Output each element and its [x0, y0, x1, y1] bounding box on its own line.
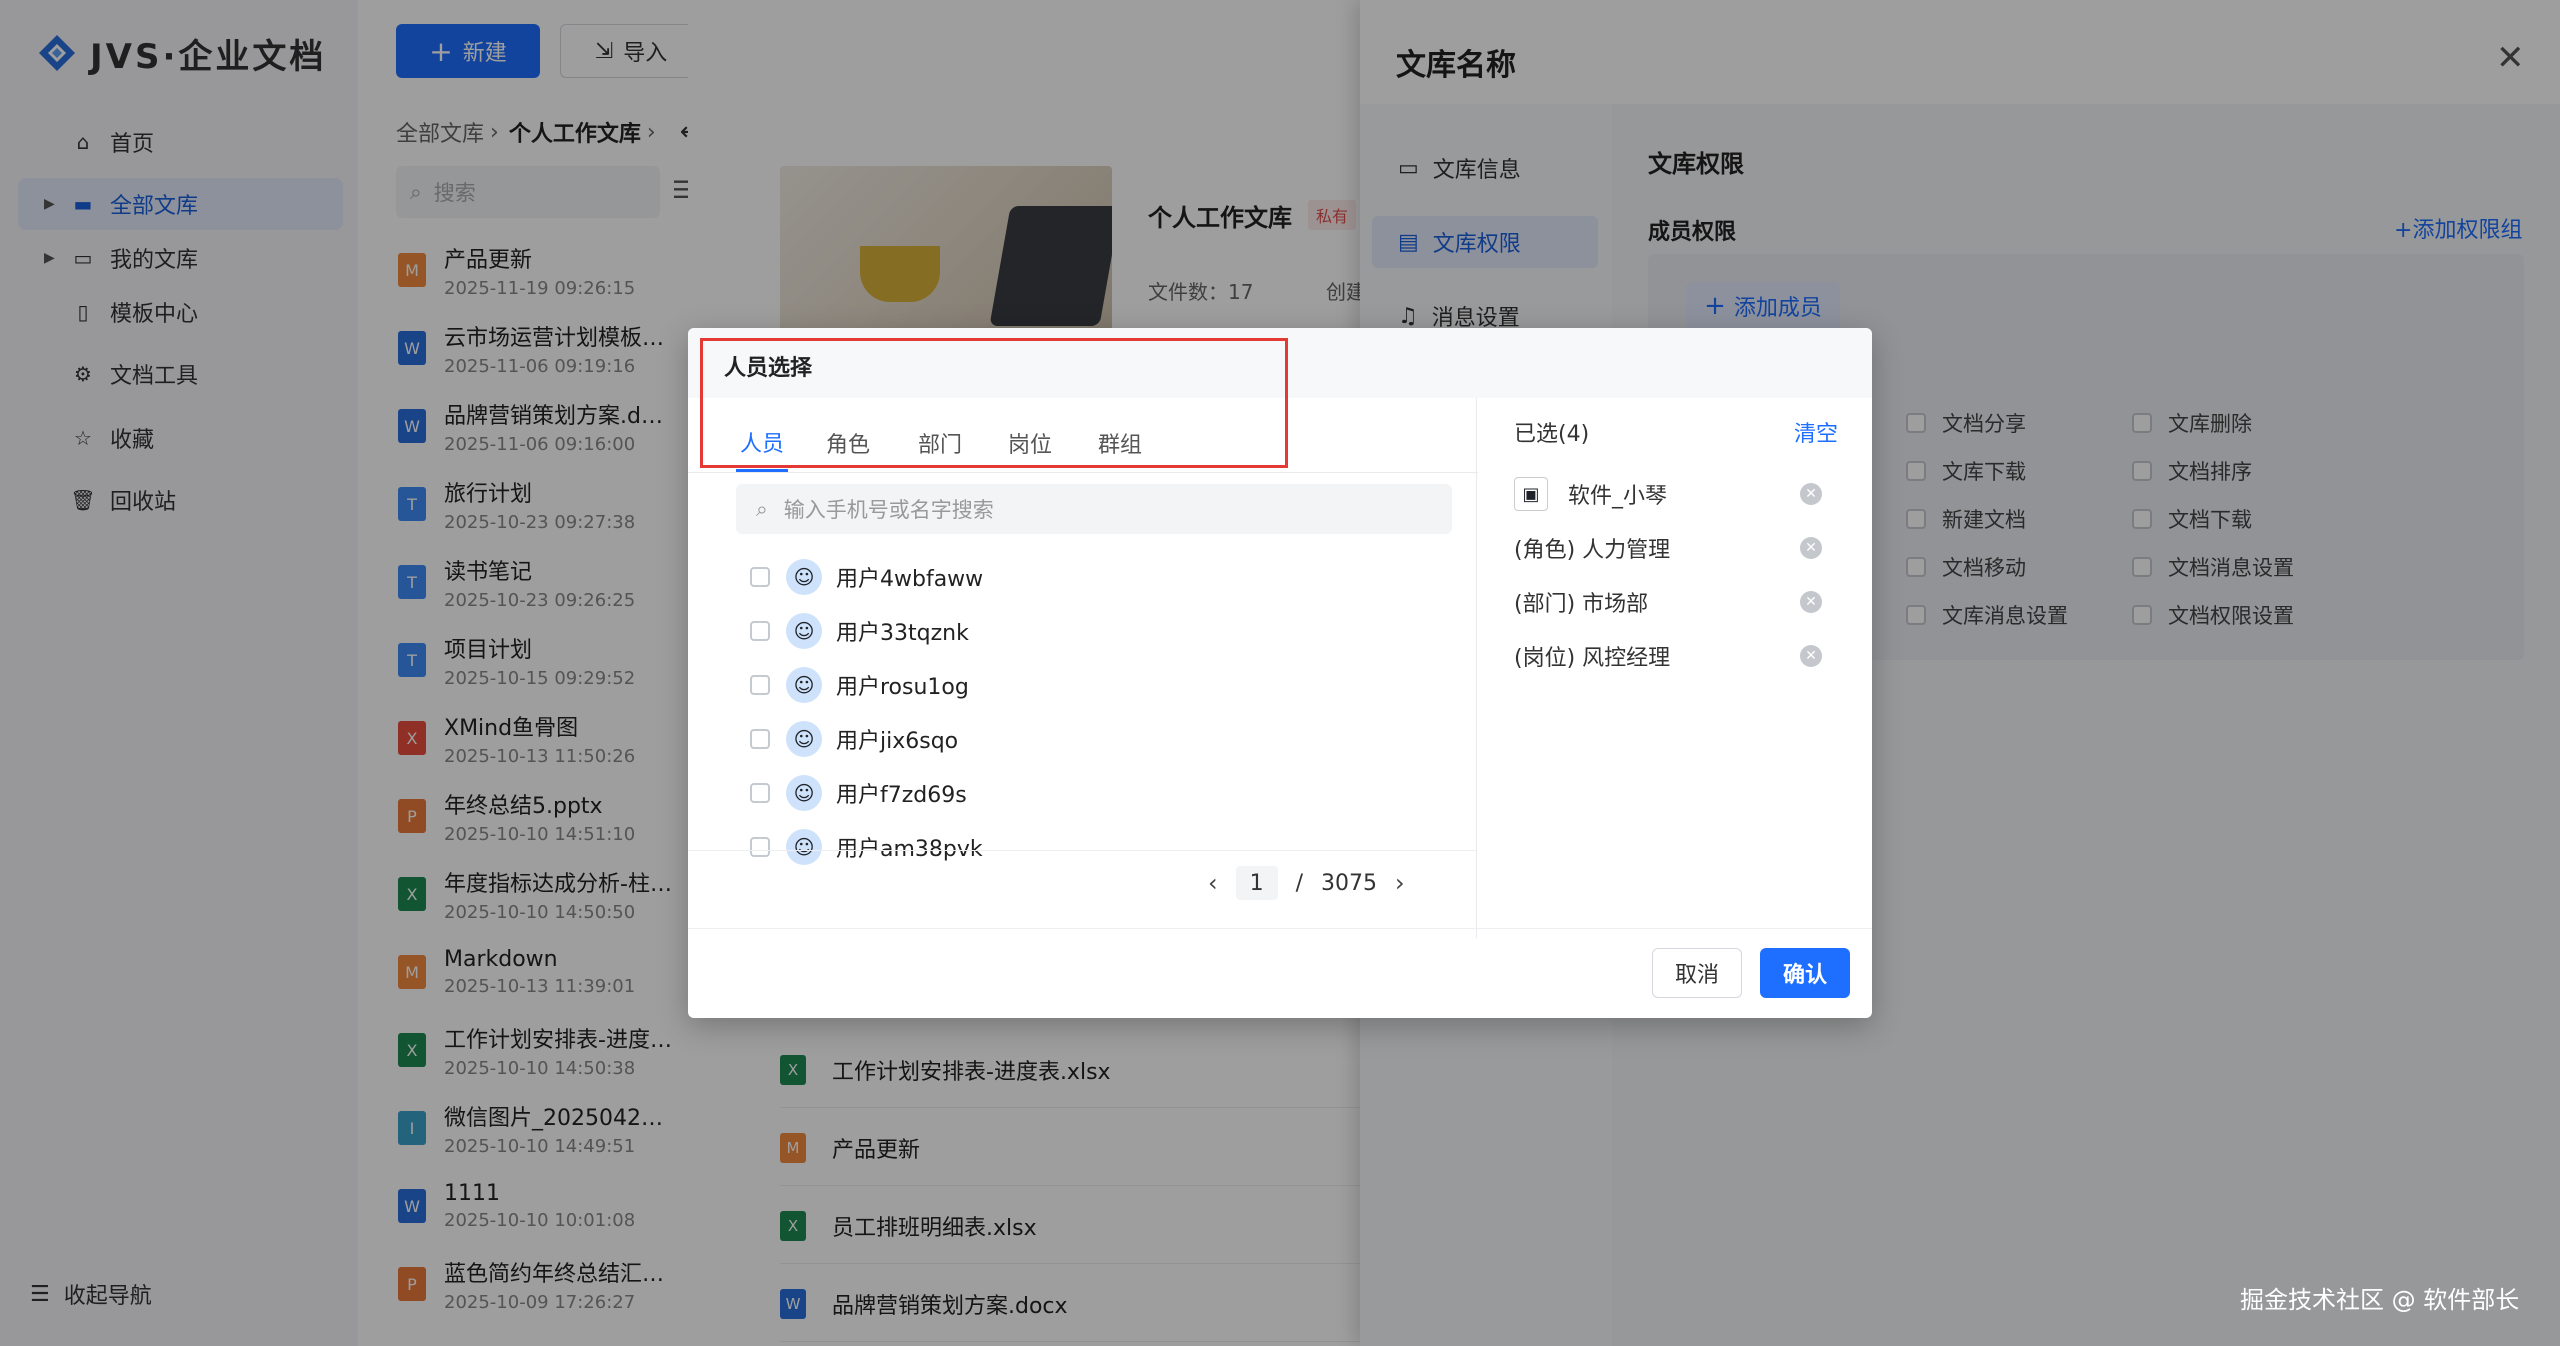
total-pages: 3075: [1321, 870, 1378, 896]
selected-item: (岗位) 风控经理 ✕: [1514, 636, 1854, 676]
next-page-icon[interactable]: ›: [1395, 869, 1405, 897]
user-checkbox[interactable]: [750, 675, 770, 695]
avatar: ☺: [786, 829, 822, 865]
selected-item: ▣ 软件_小琴 ✕: [1514, 474, 1854, 514]
user-list: ☺ 用户4wbfaww ☺ 用户33tqznk ☺ 用户rosu1og ☺ 用户jix6sqo…: [688, 544, 1476, 878]
user-name: 用户rosu1og: [836, 675, 969, 700]
user-row[interactable]: ☺ 用户rosu1og: [750, 658, 969, 712]
selected-label: (部门) 市场部: [1514, 592, 1649, 617]
user-row[interactable]: ☺ 用户33tqznk: [750, 604, 969, 658]
user-checkbox[interactable]: [750, 621, 770, 641]
watermark-text: 掘金技术社区 @ 软件部长: [2240, 1286, 2520, 1314]
selected-count: 已选(4): [1514, 422, 1590, 447]
user-row[interactable]: ☺ 用户4wbfaww: [750, 550, 983, 604]
user-name: 用户33tqznk: [836, 621, 969, 646]
clear-selected-link[interactable]: 清空: [1794, 416, 1838, 448]
remove-icon[interactable]: ✕: [1800, 645, 1822, 667]
user-row[interactable]: ☺ 用户jix6sqo: [750, 712, 958, 766]
user-checkbox[interactable]: [750, 567, 770, 587]
current-page-input[interactable]: 1: [1235, 866, 1278, 900]
highlight-annotation-box: [700, 338, 1288, 468]
search-placeholder: 输入手机号或名字搜索: [783, 498, 994, 522]
user-avatar-image: ▣: [1514, 477, 1548, 511]
selected-label: (岗位) 风控经理: [1514, 646, 1671, 671]
pagination: ‹ 1 / 3075 ›: [1208, 866, 1405, 900]
user-search-input[interactable]: ⌕ 输入手机号或名字搜索: [736, 484, 1452, 534]
pager-divider: [688, 850, 1476, 851]
avatar: ☺: [786, 667, 822, 703]
user-row[interactable]: ☺ 用户am38pvk: [750, 820, 983, 874]
user-checkbox[interactable]: [750, 783, 770, 803]
user-name: 用户jix6sqo: [836, 729, 959, 754]
remove-icon[interactable]: ✕: [1800, 591, 1822, 613]
avatar: ☺: [786, 613, 822, 649]
remove-icon[interactable]: ✕: [1800, 483, 1822, 505]
remove-icon[interactable]: ✕: [1800, 537, 1822, 559]
selected-label: 软件_小琴: [1568, 484, 1668, 509]
selected-item: (角色) 人力管理 ✕: [1514, 528, 1854, 568]
selected-item: (部门) 市场部 ✕: [1514, 582, 1854, 622]
user-checkbox[interactable]: [750, 837, 770, 857]
panel-divider: [1476, 398, 1477, 938]
tab-divider: [688, 472, 1478, 473]
avatar: ☺: [786, 559, 822, 595]
avatar: ☺: [786, 775, 822, 811]
user-checkbox[interactable]: [750, 729, 770, 749]
confirm-button[interactable]: 确认: [1760, 948, 1850, 998]
user-name: 用户4wbfaww: [836, 567, 984, 592]
page-separator: /: [1295, 870, 1304, 896]
selected-label: (角色) 人力管理: [1514, 538, 1671, 563]
search-icon: ⌕: [756, 496, 768, 521]
avatar: ☺: [786, 721, 822, 757]
person-select-dialog: 人员选择 人员 角色 部门 岗位 群组 ⌕ 输入手机号或名字搜索 ☺ 用户4wbfaww ☺ 用…: [688, 328, 1872, 1018]
prev-page-icon[interactable]: ‹: [1208, 869, 1218, 897]
user-name: 用户f7zd69s: [836, 783, 967, 808]
user-name: 用户am38pvk: [836, 837, 983, 862]
user-row[interactable]: ☺ 用户f7zd69s: [750, 766, 967, 820]
cancel-button[interactable]: 取消: [1652, 948, 1742, 998]
footer-divider: [688, 928, 1872, 929]
